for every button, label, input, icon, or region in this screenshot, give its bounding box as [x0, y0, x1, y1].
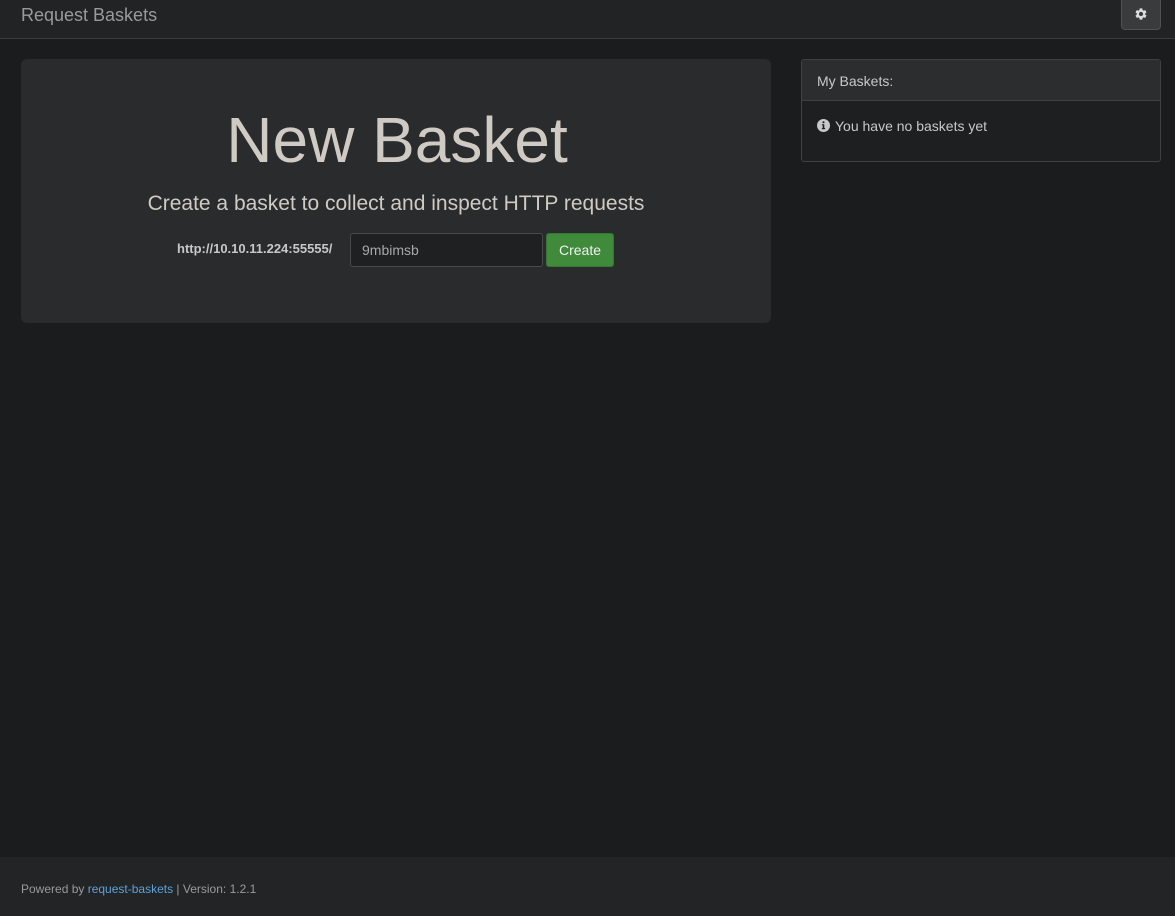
footer-text: Powered by request-baskets | Version: 1.… [21, 882, 256, 896]
footer-powered-by: Powered by [21, 882, 88, 896]
page-subtitle: Create a basket to collect and inspect H… [147, 192, 645, 215]
create-button[interactable]: Create [546, 233, 614, 267]
footer-version: | Version: 1.2.1 [173, 882, 257, 896]
info-circle-icon [817, 118, 830, 132]
empty-baskets-message: You have no baskets yet [835, 118, 988, 134]
gear-icon [1134, 7, 1148, 21]
brand-link[interactable]: Request Baskets [21, 5, 157, 26]
footer: Powered by request-baskets | Version: 1.… [0, 857, 1175, 916]
settings-button[interactable] [1121, 0, 1161, 30]
request-baskets-link[interactable]: request-baskets [88, 882, 173, 896]
navbar: Request Baskets [0, 0, 1175, 39]
my-baskets-body: You have no baskets yet [802, 101, 1160, 134]
basket-url-prefix: http://10.10.11.224:55555/ [177, 241, 333, 256]
basket-name-input[interactable] [350, 233, 543, 267]
my-baskets-heading: My Baskets: [802, 60, 1160, 101]
my-baskets-panel: My Baskets: You have no baskets yet [801, 59, 1161, 162]
page-title: New Basket [226, 104, 568, 176]
